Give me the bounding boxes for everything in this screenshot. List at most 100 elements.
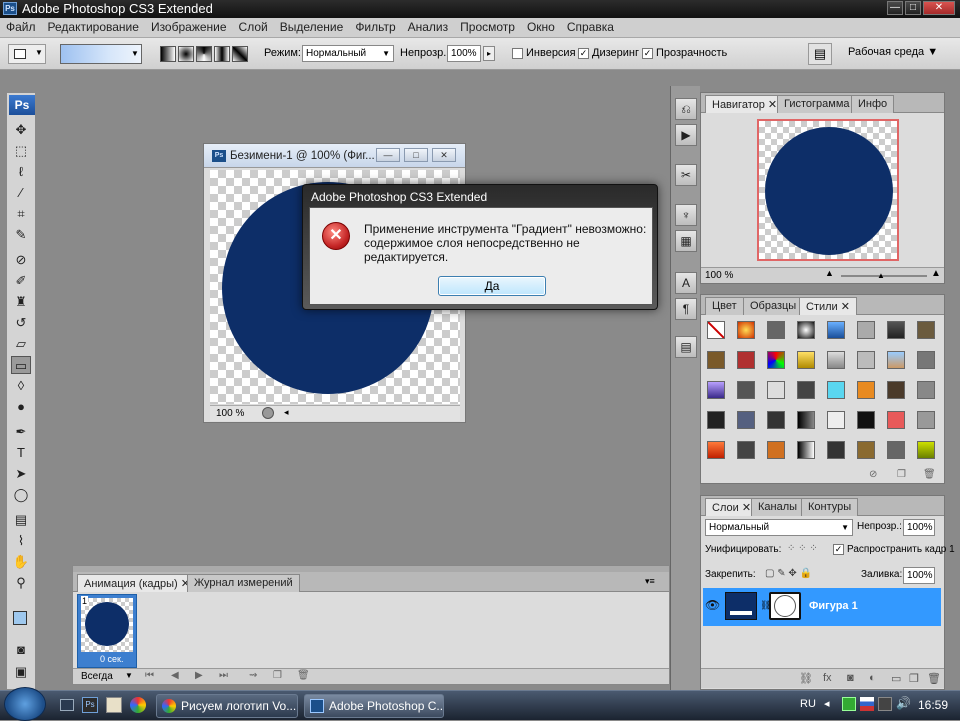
first-frame-icon[interactable]: ⏮ (145, 670, 154, 681)
tool-presets-icon[interactable]: ✂ (675, 164, 697, 186)
brushes-panel-icon[interactable]: ♆ (675, 204, 697, 226)
style-swatch[interactable] (737, 411, 755, 429)
layer-comps-icon[interactable]: ▤ (675, 336, 697, 358)
play-icon[interactable]: ▶ (195, 670, 203, 681)
history-panel-icon[interactable]: ⎌ (675, 98, 697, 120)
close-icon[interactable]: ✕ (841, 301, 850, 313)
zoom-in-icon[interactable]: ▲ (931, 268, 941, 279)
actions-panel-icon[interactable]: ▶ (675, 124, 697, 146)
style-swatch[interactable] (797, 411, 815, 429)
menu-image[interactable]: Изображение (145, 18, 233, 34)
delete-layer-icon[interactable]: 🗑 (927, 672, 941, 685)
style-swatch[interactable] (797, 351, 815, 369)
photoshop-quicklaunch-icon[interactable]: Ps (82, 697, 98, 713)
tween-icon[interactable]: ⇝ (249, 670, 257, 681)
tab-swatches[interactable]: Образцы (743, 297, 804, 315)
style-swatch[interactable] (917, 381, 935, 399)
tab-measurement-log[interactable]: Журнал измерений (187, 574, 300, 592)
lock-icons[interactable]: ▢ ✎ ✥ 🔒 (765, 568, 812, 579)
opacity-arrow-icon[interactable]: ▸ (483, 46, 495, 61)
status-info-icon[interactable] (262, 407, 274, 419)
layer-style-icon[interactable]: fx (823, 672, 832, 684)
clear-style-icon[interactable]: ⊘ (869, 469, 877, 480)
network-icon[interactable] (878, 697, 892, 711)
dither-checkbox[interactable]: ✓ Дизеринг (578, 47, 639, 59)
navigator-preview[interactable] (757, 119, 899, 261)
panel-menu-icon[interactable]: ▾≡ (645, 576, 655, 587)
frame-delay[interactable]: 0 сек. (100, 654, 123, 664)
eraser-tool-icon[interactable]: ▱ (11, 335, 31, 353)
opacity-input[interactable]: 100% (447, 45, 481, 62)
style-swatch[interactable] (827, 411, 845, 429)
crop-tool-icon[interactable]: ⌗ (11, 205, 31, 223)
chevron-down-icon[interactable]: ▼ (125, 671, 133, 680)
new-layer-icon[interactable]: ❐ (909, 672, 919, 685)
blur-tool-icon[interactable]: ◊ (11, 377, 31, 395)
style-swatch[interactable] (857, 411, 875, 429)
menu-file[interactable]: Файл (0, 18, 42, 34)
notes-tool-icon[interactable]: ▤ (11, 511, 31, 529)
style-swatch[interactable] (917, 411, 935, 429)
explorer-quicklaunch-icon[interactable] (106, 697, 122, 713)
style-swatch[interactable] (767, 441, 785, 459)
ellipse-tool-icon[interactable]: ◯ (11, 486, 31, 504)
brush-tool-icon[interactable]: ✐ (11, 272, 31, 290)
delete-style-icon[interactable]: 🗑 (923, 469, 936, 480)
menu-edit[interactable]: Редактирование (42, 18, 145, 34)
paragraph-panel-icon[interactable]: ¶ (675, 298, 697, 320)
invert-checkbox[interactable]: Инверсия (512, 47, 576, 59)
style-swatch[interactable] (857, 351, 875, 369)
layer-fill-thumbnail[interactable] (725, 592, 757, 620)
scroll-left-icon[interactable]: ◂ (284, 407, 289, 418)
taskbar-item-chrome[interactable]: Рисуем логотип Vo... (156, 694, 298, 718)
minimize-button[interactable]: — (887, 1, 903, 15)
loop-select[interactable]: Всегда (81, 671, 113, 682)
tab-navigator[interactable]: Навигатор ✕ (705, 95, 785, 113)
style-none-swatch[interactable] (707, 321, 725, 339)
zoom-slider-thumb[interactable]: ▲ (877, 271, 885, 280)
style-swatch[interactable] (857, 321, 875, 339)
zoom-level[interactable]: 100 % (216, 408, 244, 419)
navigator-zoom-value[interactable]: 100 % (705, 270, 733, 281)
add-mask-icon[interactable]: ◙ (847, 672, 854, 684)
close-button[interactable]: ✕ (923, 1, 955, 15)
angle-gradient-button[interactable] (196, 46, 212, 62)
path-selection-icon[interactable]: ➤ (11, 465, 31, 483)
doc-close-button[interactable]: ✕ (432, 148, 456, 162)
diamond-gradient-button[interactable] (232, 46, 248, 62)
pen-tool-icon[interactable]: ✒ (11, 423, 31, 441)
tool-preset-picker[interactable]: ▼ (8, 44, 46, 64)
maximize-button[interactable]: □ (905, 1, 921, 15)
show-desktop-icon[interactable] (60, 699, 74, 711)
start-button[interactable] (4, 687, 46, 721)
transparency-checkbox[interactable]: ✓ Прозрачность (642, 47, 727, 59)
menu-view[interactable]: Просмотр (454, 18, 521, 34)
style-swatch[interactable] (887, 411, 905, 429)
delete-frame-icon[interactable]: 🗑 (297, 670, 310, 681)
style-swatch[interactable] (917, 441, 935, 459)
tab-styles[interactable]: Стили ✕ (799, 297, 857, 315)
menu-analysis[interactable]: Анализ (402, 18, 455, 34)
blend-mode-select[interactable]: Нормальный ▼ (302, 45, 394, 62)
style-swatch[interactable] (737, 441, 755, 459)
layer-name[interactable]: Фигура 1 (809, 600, 858, 612)
style-swatch[interactable] (827, 351, 845, 369)
adjustment-layer-icon[interactable]: ◐ (869, 672, 876, 684)
style-swatch[interactable] (767, 351, 785, 369)
unify-icons[interactable]: ⁘ ⁘ ⁘ (787, 543, 818, 554)
style-swatch[interactable] (767, 321, 785, 339)
style-swatch[interactable] (917, 351, 935, 369)
new-frame-icon[interactable]: ❐ (273, 670, 282, 681)
eye-icon[interactable]: 👁 (705, 598, 720, 612)
document-titlebar[interactable]: Ps Безимени-1 @ 100% (Фиг... — □ ✕ (204, 144, 465, 168)
style-swatch[interactable] (827, 441, 845, 459)
clock[interactable]: 16:59 (918, 698, 948, 712)
layer-blend-mode-select[interactable]: Нормальный ▼ (705, 519, 853, 536)
fill-input[interactable]: 100% (903, 567, 935, 584)
tab-histogram[interactable]: Гистограмма (777, 95, 857, 113)
style-swatch[interactable] (737, 381, 755, 399)
eyedropper-icon[interactable]: ⌇ (11, 532, 31, 550)
radial-gradient-button[interactable] (178, 46, 194, 62)
style-swatch[interactable] (887, 381, 905, 399)
layer-row[interactable]: 👁 ⛓ Фигура 1 (703, 588, 941, 626)
